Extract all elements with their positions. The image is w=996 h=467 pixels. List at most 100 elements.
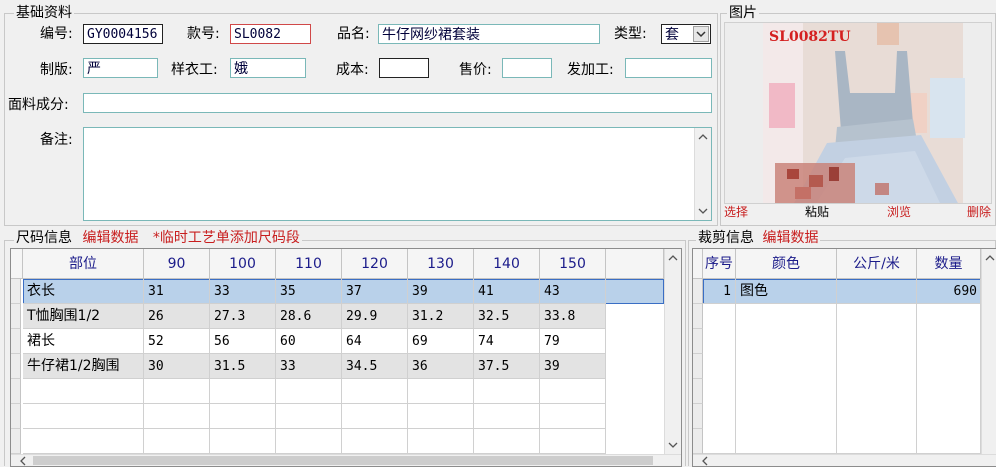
table-cell-empty[interactable]	[408, 429, 474, 454]
row-indicator[interactable]	[693, 379, 703, 404]
table-cell-empty[interactable]	[276, 404, 342, 429]
cut-table-vscrollbar[interactable]	[981, 249, 996, 454]
row-indicator[interactable]	[693, 354, 703, 379]
table-cell-empty[interactable]	[144, 379, 210, 404]
table-cell-empty[interactable]	[342, 404, 408, 429]
table-cell-empty[interactable]	[23, 404, 144, 429]
table-cell-empty[interactable]	[144, 429, 210, 454]
table-cell[interactable]: 31.5	[210, 354, 276, 379]
table-cell-empty[interactable]	[837, 304, 917, 454]
size-header-100[interactable]: 100	[210, 249, 276, 279]
table-cell-empty[interactable]	[342, 429, 408, 454]
row-indicator[interactable]	[693, 329, 703, 354]
size-table-hscrollbar[interactable]	[11, 454, 681, 466]
table-cell[interactable]: 35	[276, 279, 342, 304]
table-cell[interactable]: 27.3	[210, 304, 276, 329]
table-cell-empty[interactable]	[276, 379, 342, 404]
table-cell[interactable]: T恤胸围1/2	[23, 304, 144, 329]
delete-image-button[interactable]: 删除	[967, 205, 991, 219]
table-cell-empty[interactable]	[210, 429, 276, 454]
row-indicator[interactable]	[11, 304, 21, 329]
row-indicator[interactable]	[11, 404, 21, 429]
fabric-field[interactable]	[83, 93, 712, 113]
size-temp-note[interactable]: *临时工艺单添加尺码段	[153, 230, 300, 246]
table-cell[interactable]: 36	[408, 354, 474, 379]
table-cell[interactable]: 52	[144, 329, 210, 354]
table-cell[interactable]: 29.9	[342, 304, 408, 329]
table-cell[interactable]: 39	[408, 279, 474, 304]
size-header-130[interactable]: 130	[408, 249, 474, 279]
table-cell-empty[interactable]	[474, 429, 540, 454]
row-indicator[interactable]	[11, 354, 21, 379]
cut-header-kg-per-meter[interactable]: 公斤/米	[837, 249, 917, 279]
remarks-scrollbar[interactable]	[694, 128, 711, 220]
row-indicator[interactable]	[693, 279, 703, 304]
size-header-120[interactable]: 120	[342, 249, 408, 279]
table-cell[interactable]: 1	[703, 279, 736, 304]
table-cell[interactable]: 79	[540, 329, 606, 354]
table-cell[interactable]: 31	[144, 279, 210, 304]
row-indicator[interactable]	[11, 379, 21, 404]
table-cell-empty[interactable]	[408, 404, 474, 429]
table-cell-empty[interactable]	[144, 404, 210, 429]
row-indicator[interactable]	[11, 429, 21, 454]
table-cell[interactable]: 33	[276, 354, 342, 379]
code-field[interactable]: GY0004156	[83, 24, 163, 44]
table-cell[interactable]: 裙长	[23, 329, 144, 354]
table-cell-empty[interactable]	[540, 404, 606, 429]
table-cell-empty[interactable]	[474, 379, 540, 404]
row-indicator[interactable]	[693, 404, 703, 429]
processor-field[interactable]	[625, 58, 712, 78]
browse-image-button[interactable]: 浏览	[887, 205, 911, 219]
table-cell[interactable]: 37.5	[474, 354, 540, 379]
size-table-vscrollbar[interactable]	[664, 249, 681, 454]
table-cell[interactable]: 690	[917, 279, 981, 304]
product-image[interactable]: SL0082TU	[724, 22, 992, 204]
table-cell-empty[interactable]	[917, 304, 981, 454]
cost-field[interactable]	[379, 58, 429, 78]
table-cell[interactable]	[837, 279, 917, 304]
cut-header-quantity[interactable]: 数量	[917, 249, 981, 279]
table-cell[interactable]: 69	[408, 329, 474, 354]
cut-header-index[interactable]: 序号	[703, 249, 736, 279]
table-cell-empty[interactable]	[276, 429, 342, 454]
row-indicator[interactable]	[693, 429, 703, 454]
maker-field[interactable]: 严	[83, 58, 158, 78]
table-cell-empty[interactable]	[474, 404, 540, 429]
select-image-button[interactable]: 选择	[724, 205, 748, 219]
table-cell-empty[interactable]	[23, 429, 144, 454]
size-header-90[interactable]: 90	[144, 249, 210, 279]
table-cell[interactable]: 43	[540, 279, 606, 304]
chevron-down-icon[interactable]	[693, 26, 709, 42]
size-header-140[interactable]: 140	[474, 249, 540, 279]
size-header-150[interactable]: 150	[540, 249, 606, 279]
cut-edit-data-link[interactable]: 编辑数据	[762, 230, 818, 246]
table-cell[interactable]: 60	[276, 329, 342, 354]
table-cell[interactable]: 30	[144, 354, 210, 379]
type-select[interactable]: 套	[661, 24, 711, 44]
table-cell-empty[interactable]	[703, 304, 736, 454]
table-cell[interactable]: 衣长	[23, 279, 144, 304]
name-field[interactable]: 牛仔网纱裙套装	[378, 24, 600, 44]
table-cell-empty[interactable]	[736, 304, 837, 454]
row-indicator[interactable]	[11, 329, 21, 354]
size-header-part[interactable]: 部位	[23, 249, 144, 279]
paste-image-button[interactable]: 粘贴	[805, 205, 829, 219]
table-cell[interactable]: 图色	[736, 279, 837, 304]
row-indicator[interactable]	[11, 279, 21, 304]
table-cell-empty[interactable]	[342, 379, 408, 404]
table-cell-empty[interactable]	[210, 379, 276, 404]
sample-worker-field[interactable]: 娥	[230, 58, 306, 78]
table-cell-empty[interactable]	[210, 404, 276, 429]
price-field[interactable]	[502, 58, 552, 78]
row-indicator[interactable]	[693, 304, 703, 329]
table-cell[interactable]: 牛仔裙1/2胸围	[23, 354, 144, 379]
table-cell[interactable]: 31.2	[408, 304, 474, 329]
cut-table-hscrollbar[interactable]	[693, 454, 996, 466]
table-cell[interactable]: 26	[144, 304, 210, 329]
table-cell-empty[interactable]	[23, 379, 144, 404]
table-cell[interactable]: 37	[342, 279, 408, 304]
table-cell[interactable]: 41	[474, 279, 540, 304]
size-edit-data-link[interactable]: 编辑数据	[82, 230, 138, 246]
table-cell[interactable]: 64	[342, 329, 408, 354]
